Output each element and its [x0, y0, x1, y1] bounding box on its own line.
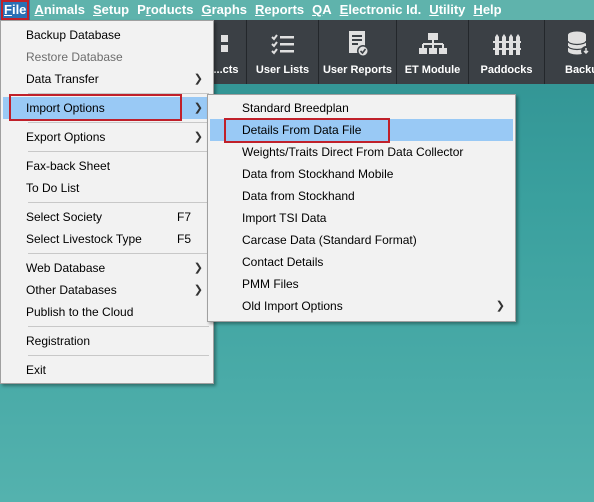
menu-item-import-options[interactable]: Import Options ❯: [3, 97, 211, 119]
menu-separator: [28, 202, 209, 203]
menu-item-stockhand[interactable]: Data from Stockhand: [210, 185, 513, 207]
menu-item-details-from-data-file[interactable]: Details From Data File: [210, 119, 513, 141]
menu-item-import-tsi-data[interactable]: Import TSI Data: [210, 207, 513, 229]
menu-item-select-livestock-type[interactable]: Select Livestock Type F5: [3, 228, 211, 250]
menu-bar: File Animals Setup Products Graphs Repor…: [0, 0, 594, 20]
menu-setup[interactable]: Setup: [89, 0, 133, 20]
toolbar-button-products[interactable]: ...cts: [212, 20, 245, 84]
menu-item-to-do-list[interactable]: To Do List: [3, 177, 211, 199]
menu-item-backup-database[interactable]: Backup Database: [3, 24, 211, 46]
menu-separator: [28, 355, 209, 356]
menu-accelerator: F: [4, 2, 12, 17]
menu-separator: [28, 122, 209, 123]
menu-electronic-id[interactable]: Electronic Id.: [336, 0, 426, 20]
menu-item-data-transfer[interactable]: Data Transfer ❯: [3, 68, 211, 90]
chevron-right-icon: ❯: [193, 284, 203, 296]
menu-item-registration[interactable]: Registration: [3, 330, 211, 352]
chevron-right-icon: ❯: [193, 73, 203, 85]
menu-accelerator: A: [34, 2, 44, 17]
toolbar-button-user-lists[interactable]: User Lists: [246, 20, 318, 84]
menu-accelerator: U: [429, 2, 439, 17]
menu-item-contact-details[interactable]: Contact Details: [210, 251, 513, 273]
menu-qa[interactable]: QA: [308, 0, 336, 20]
file-menu: Backup Database Restore Database Data Tr…: [0, 20, 214, 384]
menu-item-fax-back-sheet[interactable]: Fax-back Sheet: [3, 155, 211, 177]
chevron-right-icon: ❯: [495, 300, 505, 312]
chevron-right-icon: ❯: [193, 131, 203, 143]
chevron-right-icon: ❯: [193, 262, 203, 274]
menu-item-pmm-files[interactable]: PMM Files: [210, 273, 513, 295]
menu-accelerator: G: [201, 2, 212, 17]
grid-icon: [221, 35, 228, 52]
hierarchy-icon: [418, 33, 447, 54]
menu-reports[interactable]: Reports: [251, 0, 308, 20]
chevron-right-icon: ❯: [193, 102, 203, 114]
menu-item-carcase-data[interactable]: Carcase Data (Standard Format): [210, 229, 513, 251]
menu-accelerator: E: [339, 2, 349, 17]
menu-item-weights-traits-direct[interactable]: Weights/Traits Direct From Data Collecto…: [210, 141, 513, 163]
menu-accelerator: S: [93, 2, 102, 17]
menu-separator: [28, 151, 209, 152]
menu-file[interactable]: File: [0, 0, 31, 20]
checklist-icon: [270, 34, 294, 55]
menu-accelerator: H: [473, 2, 483, 17]
menu-item-publish-to-cloud[interactable]: Publish to the Cloud: [3, 301, 211, 323]
menu-item-standard-breedplan[interactable]: Standard Breedplan: [210, 97, 513, 119]
menu-accelerator: r: [145, 2, 151, 17]
toolbar-button-user-reports[interactable]: User Reports: [318, 20, 396, 84]
menu-item-exit[interactable]: Exit: [3, 359, 211, 381]
menu-utility[interactable]: Utility: [425, 0, 469, 20]
menu-item-old-import-options[interactable]: Old Import Options ❯: [210, 295, 513, 317]
toolbar-button-et-module[interactable]: ET Module: [396, 20, 468, 84]
fence-icon: [492, 34, 521, 55]
menu-separator: [28, 326, 209, 327]
toolbar-button-paddocks[interactable]: Paddocks: [468, 20, 544, 84]
import-options-submenu: Standard Breedplan Details From Data Fil…: [207, 94, 516, 322]
toolbar-button-backup[interactable]: Backup: [544, 20, 594, 84]
menu-graphs[interactable]: Graphs: [197, 0, 251, 20]
menu-accelerator: Q: [312, 2, 323, 17]
report-icon: [348, 31, 369, 57]
menu-help[interactable]: Help: [469, 0, 505, 20]
menu-item-select-society[interactable]: Select Society F7: [3, 206, 211, 228]
menu-separator: [28, 93, 209, 94]
menu-item-web-database[interactable]: Web Database ❯: [3, 257, 211, 279]
menu-separator: [28, 253, 209, 254]
database-icon: [567, 31, 591, 56]
menu-products[interactable]: Products: [133, 0, 197, 20]
menu-item-stockhand-mobile[interactable]: Data from Stockhand Mobile: [210, 163, 513, 185]
menu-accelerator: R: [255, 2, 265, 17]
menu-item-restore-database: Restore Database: [26, 50, 123, 64]
menu-item-other-databases[interactable]: Other Databases ❯: [3, 279, 211, 301]
menu-animals[interactable]: Animals: [30, 0, 89, 20]
menu-item-export-options[interactable]: Export Options ❯: [3, 126, 211, 148]
